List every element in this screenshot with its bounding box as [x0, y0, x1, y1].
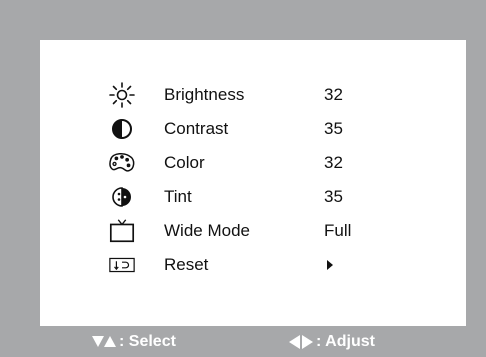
menu-item-value: 35	[324, 187, 343, 206]
menu-item-reset[interactable]: Reset	[108, 248, 408, 282]
menu-item-label: Reset	[164, 255, 209, 274]
osd-menu-panel: Brightness 32 Contrast 35 Color 32 Tint …	[40, 40, 466, 326]
menu-item-brightness[interactable]: Brightness 32	[108, 78, 408, 112]
menu-item-label: Tint	[164, 187, 192, 206]
adjust-hint: : Adjust	[288, 333, 375, 351]
menu-item-value: 32	[324, 153, 343, 172]
menu-item-label: Brightness	[164, 85, 245, 104]
left-right-arrows-icon	[288, 334, 314, 350]
menu-item-value: Full	[324, 221, 352, 240]
menu-item-value: 32	[324, 85, 343, 104]
menu-item-value: 35	[324, 119, 343, 138]
menu-item-label: Contrast	[164, 119, 229, 138]
tint-icon	[108, 183, 136, 211]
menu-item-label: Color	[164, 153, 205, 172]
menu-item-color[interactable]: Color 32	[108, 146, 408, 180]
menu-item-label: Wide Mode	[164, 221, 250, 240]
contrast-icon	[108, 115, 136, 143]
select-hint: : Select	[91, 333, 176, 351]
submenu-arrow-icon[interactable]	[327, 260, 333, 270]
sun-icon	[108, 81, 136, 109]
menu-item-tint[interactable]: Tint 35	[108, 180, 408, 214]
menu-item-wide-mode[interactable]: Wide Mode Full	[108, 214, 408, 248]
select-hint-label: : Select	[119, 333, 176, 350]
settings-menu: Brightness 32 Contrast 35 Color 32 Tint …	[108, 78, 408, 282]
reset-icon	[108, 251, 136, 279]
palette-icon	[108, 149, 136, 177]
adjust-hint-label: : Adjust	[316, 333, 375, 350]
footer-hints: : Select : Adjust	[0, 330, 486, 357]
tv-icon	[108, 217, 136, 245]
up-down-arrows-icon	[91, 334, 117, 350]
menu-item-contrast[interactable]: Contrast 35	[108, 112, 408, 146]
